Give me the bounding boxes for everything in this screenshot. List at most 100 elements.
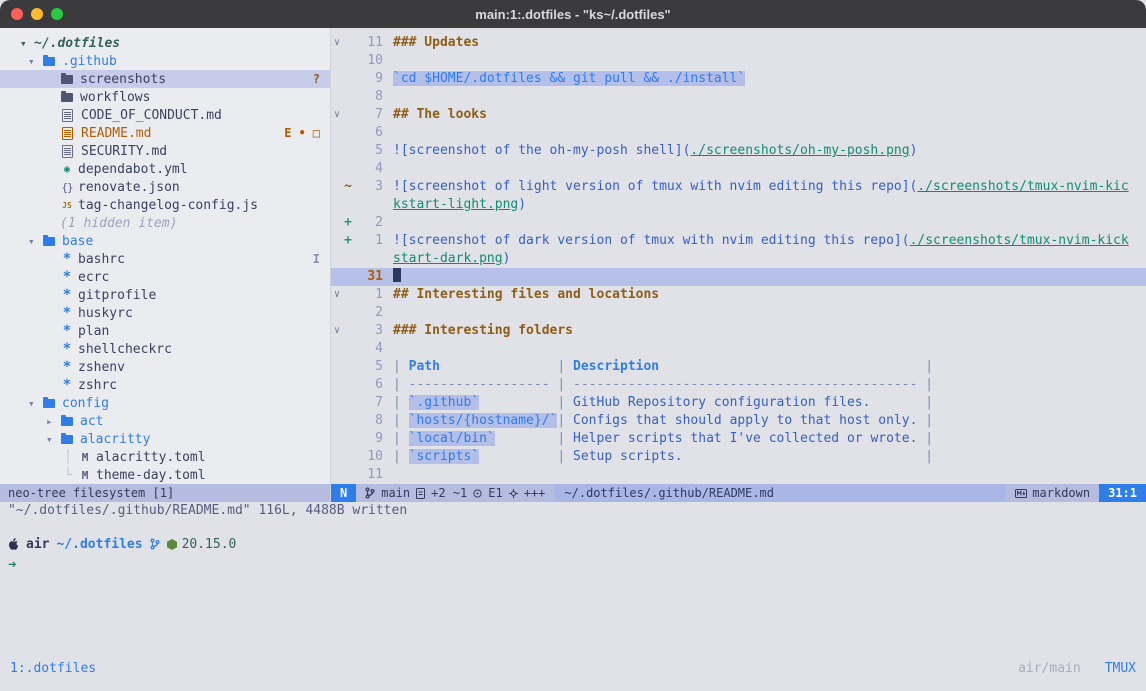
- tree-item-huskyrc[interactable]: *huskyrc: [0, 304, 330, 322]
- text-segment-punc: |: [393, 359, 409, 374]
- tree-item-label: ecrc: [78, 270, 109, 285]
- text-segment-h2: ## The looks: [393, 107, 487, 122]
- tree-item-label: base: [62, 234, 93, 249]
- tree-item-zshrc[interactable]: *zshrc: [0, 376, 330, 394]
- line-number: 7: [353, 394, 383, 412]
- text-segment-dash: ------------------: [409, 377, 550, 392]
- editor-line[interactable]: ∨1## Interesting files and locations: [331, 286, 1146, 304]
- tree-item-ecrc[interactable]: * ecrc: [0, 268, 330, 286]
- editor-line[interactable]: 5| Path | Description |: [331, 358, 1146, 376]
- tree-item-~-.dotfiles[interactable]: ▾~/.dotfiles: [0, 34, 330, 52]
- dotfile-icon: *: [60, 287, 74, 303]
- editor-line[interactable]: 10: [331, 52, 1146, 70]
- tree-item-act[interactable]: ▸act: [0, 412, 330, 430]
- tree-item-screenshots[interactable]: screenshots?: [0, 70, 330, 88]
- editor-line[interactable]: 4: [331, 160, 1146, 178]
- editor-line[interactable]: 8| `hosts/{hostname}/`| Configs that sho…: [331, 412, 1146, 430]
- editor-line[interactable]: ∨3### Interesting folders: [331, 322, 1146, 340]
- text-segment-link: start-dark.png: [393, 251, 503, 266]
- chevron-down-icon[interactable]: ▾: [28, 235, 42, 248]
- close-button[interactable]: [11, 8, 23, 20]
- fold-chevron-icon[interactable]: ∨: [331, 322, 343, 340]
- text-segment-text: Configs that should apply to that host o…: [573, 413, 917, 428]
- editor-line[interactable]: ~3![screenshot of light version of tmux …: [331, 178, 1146, 196]
- chevron-down-icon[interactable]: ▾: [28, 55, 42, 68]
- chevron-right-icon[interactable]: ▸: [46, 415, 60, 428]
- fold-column: [331, 304, 343, 322]
- editor-line[interactable]: ∨11### Updates: [331, 34, 1146, 52]
- tree-item-code-of-conduct.md[interactable]: CODE_OF_CONDUCT.md: [0, 106, 330, 124]
- line-number: 3: [353, 322, 383, 340]
- tree-item-label: README.md: [81, 126, 151, 141]
- tree-item--1-hidden-item-[interactable]: (1 hidden item): [0, 214, 330, 232]
- gear-icon: [509, 489, 518, 498]
- tree-item-renovate.json[interactable]: {}renovate.json: [0, 178, 330, 196]
- editor-line[interactable]: 5![screenshot of the oh-my-posh shell](.…: [331, 142, 1146, 160]
- editor-line[interactable]: 4: [331, 340, 1146, 358]
- editor-line[interactable]: 6: [331, 124, 1146, 142]
- chevron-down-icon[interactable]: ▾: [46, 433, 60, 446]
- tree-item-readme.md[interactable]: README.mdE•□: [0, 124, 330, 142]
- line-text: [393, 340, 1146, 358]
- text-segment-punc: |: [557, 413, 573, 428]
- tree-item-config[interactable]: ▾config: [0, 394, 330, 412]
- text-segment-text: ): [503, 251, 511, 266]
- editor-line[interactable]: 2: [331, 304, 1146, 322]
- fold-column: [331, 448, 343, 466]
- tree-item-security.md[interactable]: SECURITY.md: [0, 142, 330, 160]
- fullscreen-button[interactable]: [51, 8, 63, 20]
- git-sign: [343, 340, 353, 358]
- editor-line[interactable]: ∨7## The looks: [331, 106, 1146, 124]
- tmux-statusbar: 1:.dotfiles air/main TMUX: [0, 657, 1146, 691]
- folder-icon: [61, 75, 73, 84]
- tree-item-zshenv[interactable]: *zshenv: [0, 358, 330, 376]
- editor-line[interactable]: 9`cd $HOME/.dotfiles && git pull && ./in…: [331, 70, 1146, 88]
- text-segment-punc: |: [925, 359, 933, 374]
- editor-line[interactable]: 7| `.github` | GitHub Repository configu…: [331, 394, 1146, 412]
- tree-item-tag-changelog-config.js[interactable]: JStag-changelog-config.js: [0, 196, 330, 214]
- tree-item-alacritty.toml[interactable]: │Malacritty.toml: [0, 448, 330, 466]
- editor-line[interactable]: 6| ------------------ | ----------------…: [331, 376, 1146, 394]
- editor-line[interactable]: +1![screenshot of dark version of tmux w…: [331, 232, 1146, 250]
- dotfile-icon: *: [60, 269, 74, 285]
- chevron-down-icon[interactable]: ▾: [28, 397, 42, 410]
- fold-chevron-icon[interactable]: ∨: [331, 34, 343, 52]
- editor-line[interactable]: 9| `local/bin` | Helper scripts that I'v…: [331, 430, 1146, 448]
- line-number: 10: [353, 52, 383, 70]
- line-number: 9: [353, 430, 383, 448]
- chevron-down-icon[interactable]: ▾: [20, 37, 34, 50]
- editor-line[interactable]: kstart-light.png): [331, 196, 1146, 214]
- editor-line[interactable]: 11: [331, 466, 1146, 484]
- tree-item-dependabot.yml[interactable]: ◉dependabot.yml: [0, 160, 330, 178]
- editor-cursor-line[interactable]: 31: [331, 268, 1146, 286]
- text-segment-punc: |: [925, 431, 933, 446]
- text-segment-link: ./screenshots/tmux-nvim-kic: [917, 179, 1128, 194]
- git-branch: main: [381, 484, 410, 502]
- editor-line[interactable]: start-dark.png): [331, 250, 1146, 268]
- fold-chevron-icon[interactable]: ∨: [331, 286, 343, 304]
- tree-item-shellcheckrc[interactable]: *shellcheckrc: [0, 340, 330, 358]
- tmux-badge: TMUX: [1105, 661, 1136, 691]
- buffer[interactable]: ∨11### Updates109`cd $HOME/.dotfiles && …: [331, 28, 1146, 484]
- status-marks: I: [313, 250, 320, 268]
- tree-item-theme-day.toml[interactable]: └Mtheme-day.toml: [0, 466, 330, 484]
- minimize-button[interactable]: [31, 8, 43, 20]
- editor-line[interactable]: +2: [331, 214, 1146, 232]
- tree-item-bashrc[interactable]: *bashrcI: [0, 250, 330, 268]
- tree-item-gitprofile[interactable]: *gitprofile: [0, 286, 330, 304]
- line-number: 4: [353, 160, 383, 178]
- tree-item-.github[interactable]: ▾.github: [0, 52, 330, 70]
- editor-line[interactable]: 8: [331, 88, 1146, 106]
- git-sign: [343, 286, 353, 304]
- fold-chevron-icon[interactable]: ∨: [331, 106, 343, 124]
- editor-line[interactable]: 10| `scripts` | Setup scripts. |: [331, 448, 1146, 466]
- shell-area[interactable]: air ~/.dotfiles 20.15.0 ➜: [0, 520, 1146, 657]
- tree-item-base[interactable]: ▾ base: [0, 232, 330, 250]
- tree-item-plan[interactable]: *plan: [0, 322, 330, 340]
- git-sign: [343, 304, 353, 322]
- editor-pane[interactable]: ∨11### Updates109`cd $HOME/.dotfiles && …: [330, 28, 1146, 502]
- tree-item-workflows[interactable]: workflows: [0, 88, 330, 106]
- tree-item-alacritty[interactable]: ▾alacritty: [0, 430, 330, 448]
- tmux-window-label[interactable]: 1:.dotfiles: [10, 661, 96, 691]
- text-segment-punc: |: [925, 413, 933, 428]
